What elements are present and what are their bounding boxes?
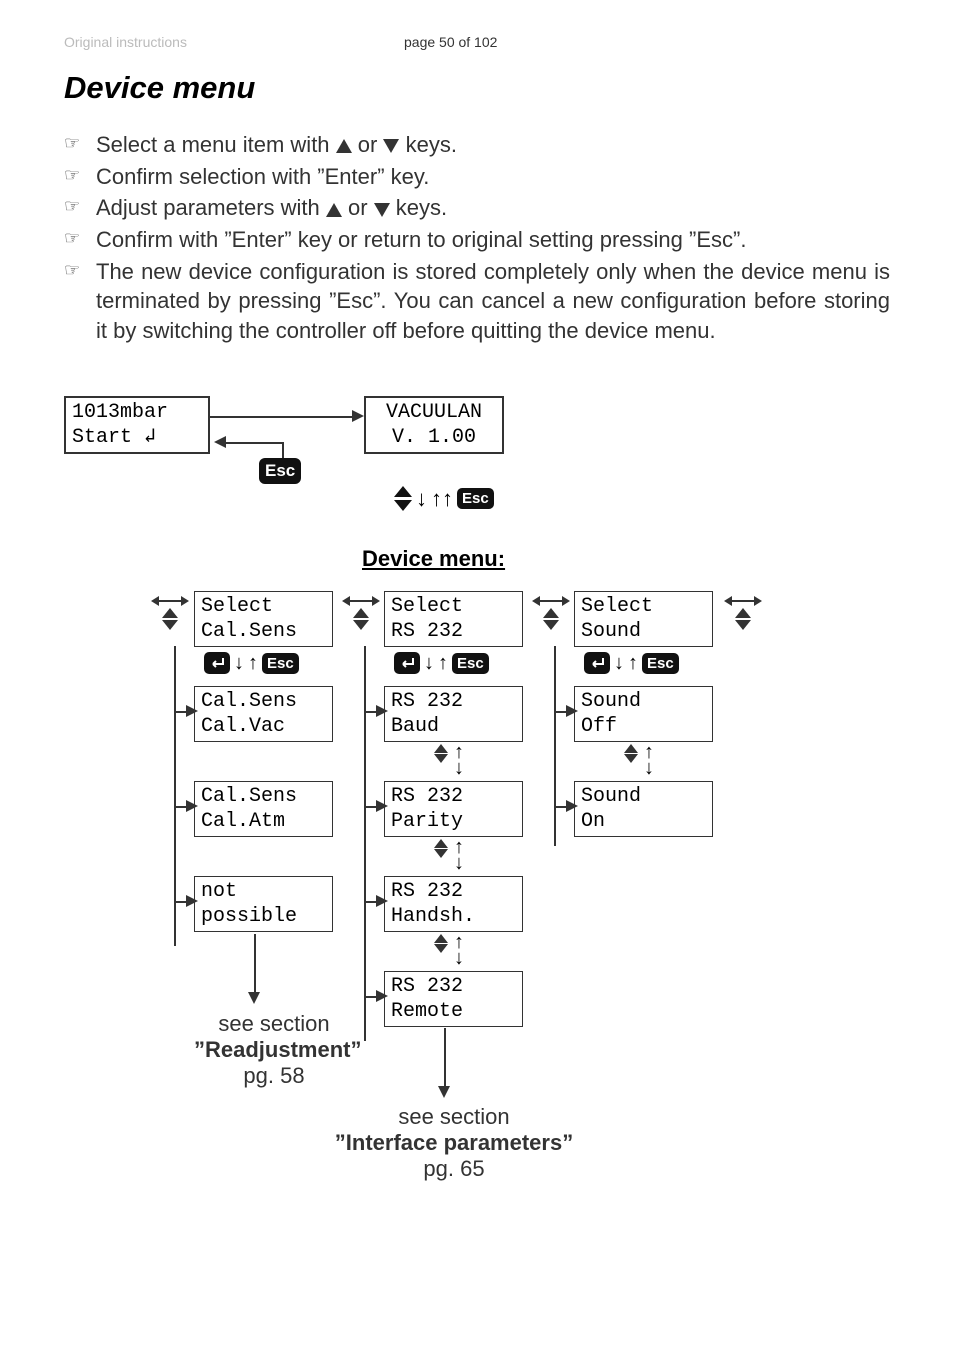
instructions-list: ☞ Select a menu item with or keys. ☞ Con… bbox=[64, 130, 890, 346]
esc-key-icon: Esc bbox=[452, 653, 489, 674]
down-arrow-icon: ↓ bbox=[614, 652, 624, 675]
enter-key-icon bbox=[394, 652, 420, 674]
pointer-icon: ☞ bbox=[64, 225, 96, 255]
device-menu-label: Device menu: bbox=[362, 546, 505, 572]
updown-icon bbox=[394, 486, 412, 511]
calsens-calvac: Cal.Sens Cal.Vac bbox=[194, 686, 333, 742]
up-triangle-icon bbox=[336, 139, 352, 153]
header-page-number: page 50 of 102 bbox=[404, 34, 497, 50]
calsens-calatm: Cal.Sens Cal.Atm bbox=[194, 781, 333, 837]
pointer-icon: ☞ bbox=[64, 130, 96, 160]
sound-on: Sound On bbox=[574, 781, 713, 837]
see-section-label: see section bbox=[304, 1104, 604, 1130]
rs232-baud: RS 232 Baud bbox=[384, 686, 523, 742]
updown-arrow-icon: ↑↓ bbox=[454, 839, 464, 871]
enter-key-icon bbox=[204, 652, 230, 674]
interface-parameters-page: pg. 65 bbox=[304, 1156, 604, 1182]
instruction-1: Select a menu item with or keys. bbox=[96, 130, 890, 160]
interface-parameters-ref: ”Interface parameters” bbox=[304, 1130, 604, 1156]
updown-icon bbox=[434, 839, 448, 858]
header-left: Original instructions bbox=[64, 34, 404, 50]
page-header: Original instructions page 50 of 102 bbox=[64, 34, 890, 50]
nav-leftright-updown-icon bbox=[724, 596, 762, 630]
updown-arrow-icon: ↑↓ bbox=[454, 934, 464, 966]
rs232-handsh: RS 232 Handsh. bbox=[384, 876, 523, 932]
see-section-label: see section bbox=[194, 1011, 354, 1037]
down-arrow-icon bbox=[416, 486, 427, 512]
display-start: 1013mbar Start ↲ bbox=[64, 396, 210, 454]
rs232-remote: RS 232 Remote bbox=[384, 971, 523, 1027]
updown-icon bbox=[434, 934, 448, 953]
page-title: Device menu bbox=[64, 70, 890, 106]
not-possible: not possible bbox=[194, 876, 333, 932]
readjustment-page: pg. 58 bbox=[194, 1063, 354, 1089]
updown-icon bbox=[434, 744, 448, 763]
nav-leftright-updown-icon bbox=[342, 596, 380, 630]
instruction-5: The new device configuration is stored c… bbox=[96, 257, 890, 346]
esc-key-icon: Esc bbox=[457, 488, 494, 509]
select-rs232: Select RS 232 bbox=[384, 591, 523, 647]
down-triangle-icon bbox=[374, 203, 390, 217]
esc-key-icon: Esc bbox=[642, 653, 679, 674]
sound-off: Sound Off bbox=[574, 686, 713, 742]
arrow-right-icon bbox=[352, 410, 364, 422]
instruction-2: Confirm selection with ”Enter” key. bbox=[96, 162, 890, 192]
enter-key-icon bbox=[584, 652, 610, 674]
instruction-4: Confirm with ”Enter” key or return to or… bbox=[96, 225, 890, 255]
down-arrow-icon: ↓ bbox=[424, 652, 434, 675]
readjustment-ref: ”Readjustment” bbox=[194, 1037, 354, 1063]
esc-key-icon: Esc bbox=[259, 458, 301, 484]
arrow-down-icon bbox=[248, 992, 260, 1004]
updown-arrow-icon: ↑↓ bbox=[644, 744, 654, 776]
up-arrow-icon: ↑ bbox=[438, 652, 448, 675]
pointer-icon: ☞ bbox=[64, 193, 96, 223]
updown-icon bbox=[624, 744, 638, 763]
pointer-icon: ☞ bbox=[64, 257, 96, 346]
updown-arrow-icon: ↑↓ bbox=[454, 744, 464, 776]
nav-leftright-updown-icon bbox=[532, 596, 570, 630]
down-arrow-icon: ↓ bbox=[234, 652, 244, 675]
up-triangle-icon bbox=[326, 203, 342, 217]
up-arrow-icon: ↑ bbox=[628, 652, 638, 675]
up-arrow-icon: ↑ bbox=[431, 486, 453, 512]
display-vacuulan: VACUULAN V. 1.00 bbox=[364, 396, 504, 454]
up-arrow-icon: ↑ bbox=[248, 652, 258, 675]
nav-leftright-updown-icon bbox=[151, 596, 189, 630]
select-calsens: Select Cal.Sens bbox=[194, 591, 333, 647]
arrow-left-icon bbox=[214, 436, 226, 448]
esc-key-icon: Esc bbox=[262, 653, 299, 674]
arrow-down-icon bbox=[438, 1086, 450, 1098]
select-sound: Select Sound bbox=[574, 591, 713, 647]
device-menu-diagram: 1013mbar Start ↲ Esc VACUULAN V. 1.00 ↑ … bbox=[64, 386, 890, 1256]
rs232-parity: RS 232 Parity bbox=[384, 781, 523, 837]
pointer-icon: ☞ bbox=[64, 162, 96, 192]
instruction-3: Adjust parameters with or keys. bbox=[96, 193, 890, 223]
down-triangle-icon bbox=[383, 139, 399, 153]
